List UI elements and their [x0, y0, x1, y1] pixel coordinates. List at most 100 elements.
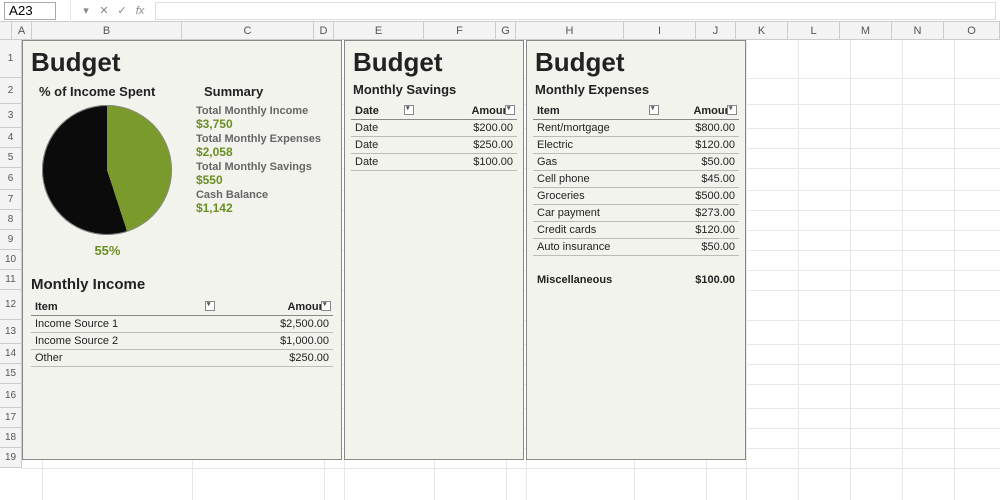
row-header[interactable]: 14	[0, 344, 22, 364]
row-header[interactable]: 4	[0, 128, 22, 148]
cell[interactable]: Groceries	[533, 188, 661, 205]
row-header[interactable]: 17	[0, 408, 22, 428]
col-header[interactable]: K	[736, 22, 788, 40]
dropdown-icon[interactable]: ▾	[79, 4, 93, 17]
summary-value: $550	[196, 173, 335, 187]
pct-label: 55%	[31, 243, 184, 258]
cell[interactable]: Car payment	[533, 205, 661, 222]
table-row[interactable]: Cell phone$45.00	[533, 171, 739, 188]
cell[interactable]: Auto insurance	[533, 239, 661, 256]
savings-table: Date Amount Date$200.00Date$250.00Date$1…	[351, 103, 517, 171]
cell[interactable]: Electric	[533, 137, 661, 154]
table-row[interactable]: Date$250.00	[351, 137, 517, 154]
cell[interactable]: $45.00	[661, 171, 739, 188]
table-row[interactable]: Car payment$273.00	[533, 205, 739, 222]
row-header[interactable]: 10	[0, 250, 22, 270]
col-header[interactable]: L	[788, 22, 840, 40]
formula-input[interactable]	[155, 2, 996, 20]
row-header[interactable]: 9	[0, 230, 22, 250]
table-row[interactable]: Credit cards$120.00	[533, 222, 739, 239]
misc-label: Miscellaneous	[537, 274, 612, 286]
row-header[interactable]: 2	[0, 78, 22, 104]
cell[interactable]: $250.00	[217, 350, 333, 367]
table-row[interactable]: Auto insurance$50.00	[533, 239, 739, 256]
row-header[interactable]: 16	[0, 384, 22, 408]
row-header[interactable]: 18	[0, 428, 22, 448]
col-header[interactable]: C	[182, 22, 314, 40]
col-header[interactable]: I	[624, 22, 696, 40]
filter-icon[interactable]	[205, 301, 215, 311]
row-header[interactable]: 15	[0, 364, 22, 384]
table-row[interactable]: Other$250.00	[31, 350, 333, 367]
table-row[interactable]: Groceries$500.00	[533, 188, 739, 205]
row-header[interactable]: 1	[0, 40, 22, 78]
cell[interactable]: Gas	[533, 154, 661, 171]
cell[interactable]: $50.00	[661, 154, 739, 171]
fx-icon[interactable]: fx	[133, 5, 147, 17]
cell[interactable]: $1,000.00	[217, 333, 333, 350]
table-row[interactable]: Date$100.00	[351, 154, 517, 171]
filter-icon[interactable]	[404, 105, 414, 115]
cell[interactable]: Date	[351, 154, 416, 171]
cell[interactable]: Income Source 1	[31, 316, 217, 333]
cell[interactable]: $120.00	[661, 222, 739, 239]
cell[interactable]: Cell phone	[533, 171, 661, 188]
filter-icon[interactable]	[321, 301, 331, 311]
cell[interactable]: Date	[351, 137, 416, 154]
col-header[interactable]: B	[32, 22, 182, 40]
page-title: Budget	[535, 47, 737, 78]
col-header[interactable]: M	[840, 22, 892, 40]
cancel-icon[interactable]: ✕	[97, 4, 111, 17]
cell[interactable]: $250.00	[416, 137, 517, 154]
cell[interactable]: $273.00	[661, 205, 739, 222]
row-header[interactable]: 3	[0, 104, 22, 128]
row-header[interactable]: 13	[0, 320, 22, 344]
table-row[interactable]: Electric$120.00	[533, 137, 739, 154]
col-header[interactable]: J	[696, 22, 736, 40]
name-box[interactable]	[4, 2, 56, 20]
filter-icon[interactable]	[727, 105, 737, 115]
cell[interactable]: Rent/mortgage	[533, 120, 661, 137]
row-header[interactable]: 5	[0, 148, 22, 168]
row-header[interactable]: 11	[0, 270, 22, 290]
summary-value: $1,142	[196, 201, 335, 215]
worksheet[interactable]: Budget % of Income Spent 55% Summary Tot…	[22, 40, 1000, 500]
income-heading: Monthly Income	[31, 276, 333, 293]
row-header[interactable]: 12	[0, 290, 22, 320]
cell[interactable]: $800.00	[661, 120, 739, 137]
col-header-item: Item	[533, 103, 661, 120]
cell[interactable]: $50.00	[661, 239, 739, 256]
col-header[interactable]: H	[516, 22, 624, 40]
col-header[interactable]: E	[334, 22, 424, 40]
col-header[interactable]: N	[892, 22, 944, 40]
row-header[interactable]: 8	[0, 210, 22, 230]
row-header[interactable]: 6	[0, 168, 22, 190]
table-row[interactable]: Income Source 1$2,500.00	[31, 316, 333, 333]
cell[interactable]: $200.00	[416, 120, 517, 137]
cell[interactable]: $120.00	[661, 137, 739, 154]
filter-icon[interactable]	[649, 105, 659, 115]
cell[interactable]: Date	[351, 120, 416, 137]
cell[interactable]: Other	[31, 350, 217, 367]
select-all-corner[interactable]	[0, 22, 12, 40]
table-row[interactable]: Date$200.00	[351, 120, 517, 137]
col-header[interactable]: G	[496, 22, 516, 40]
table-row[interactable]: Income Source 2$1,000.00	[31, 333, 333, 350]
cell[interactable]: $100.00	[416, 154, 517, 171]
cell[interactable]: Income Source 2	[31, 333, 217, 350]
table-row[interactable]: Rent/mortgage$800.00	[533, 120, 739, 137]
col-header[interactable]: O	[944, 22, 1000, 40]
col-header[interactable]: F	[424, 22, 496, 40]
table-row[interactable]: Gas$50.00	[533, 154, 739, 171]
budget-panel-expenses: Budget Monthly Expenses Item Amount Rent…	[526, 40, 746, 460]
row-headers: 12345678910111213141516171819	[0, 40, 22, 500]
cell[interactable]: $500.00	[661, 188, 739, 205]
cell[interactable]: $2,500.00	[217, 316, 333, 333]
confirm-icon[interactable]: ✓	[115, 4, 129, 17]
col-header[interactable]: D	[314, 22, 334, 40]
filter-icon[interactable]	[505, 105, 515, 115]
col-header[interactable]: A	[12, 22, 32, 40]
row-header[interactable]: 7	[0, 190, 22, 210]
row-header[interactable]: 19	[0, 448, 22, 468]
cell[interactable]: Credit cards	[533, 222, 661, 239]
